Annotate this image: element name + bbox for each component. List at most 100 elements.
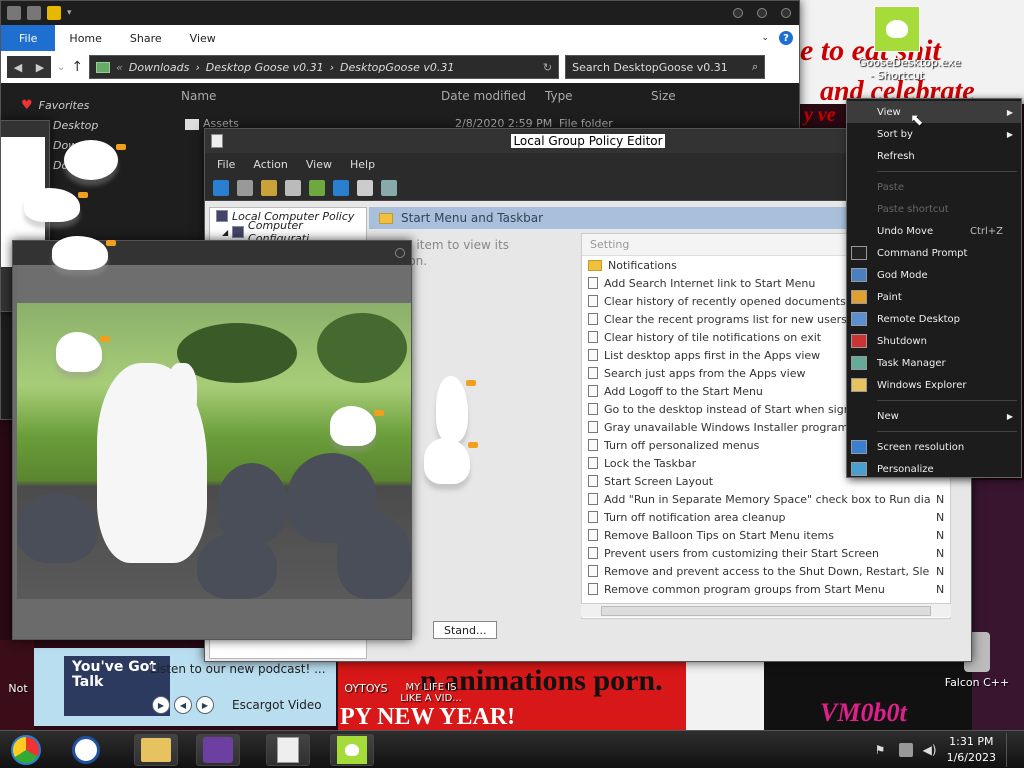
back-button[interactable]: ◀ [7, 56, 29, 78]
search-placeholder: Search DesktopGoose v0.31 [572, 60, 728, 74]
column-name[interactable]: Name [181, 89, 216, 103]
forward-button[interactable]: ▶ [29, 56, 51, 78]
taskbar-item-explorer[interactable] [134, 734, 178, 766]
column-date-modified[interactable]: Date modified [441, 89, 526, 103]
help-icon[interactable]: ? [779, 31, 793, 45]
network-icon[interactable] [898, 743, 913, 757]
close-button[interactable] [395, 248, 405, 258]
chevron-down-icon[interactable]: ▾ [67, 8, 72, 18]
menu-item-remote-desktop[interactable]: Remote Desktop [847, 308, 1021, 330]
menu-item-shutdown[interactable]: Shutdown [847, 330, 1021, 352]
clock[interactable]: 1:31 PM 1/6/2023 [947, 734, 996, 766]
menu-item-sort-by[interactable]: Sort by ▶ [847, 123, 1021, 145]
folder-icon [141, 738, 171, 762]
tab-home[interactable]: Home [55, 25, 115, 51]
menu-action[interactable]: Action [253, 158, 287, 171]
close-button[interactable] [781, 8, 791, 18]
menu-item-paint[interactable]: Paint [847, 286, 1021, 308]
tab-view[interactable]: View [176, 25, 230, 51]
menu-view[interactable]: View [306, 158, 332, 171]
menu-item-task-manager[interactable]: Task Manager [847, 352, 1021, 374]
properties-icon[interactable] [357, 179, 373, 196]
menu-item-screen-resolution[interactable]: Screen resolution [847, 436, 1021, 458]
properties-icon[interactable] [27, 6, 41, 20]
video-pigeon [337, 513, 411, 599]
taskbar-item-goose[interactable] [330, 734, 374, 766]
back-arrow-icon[interactable] [213, 179, 229, 196]
task-manager-icon [851, 356, 867, 370]
toys-label[interactable]: OYTOYS [336, 682, 396, 695]
minimize-button[interactable] [733, 8, 743, 18]
clock-time: 1:31 PM [949, 735, 994, 748]
next-icon[interactable]: ▶ [196, 696, 214, 714]
breadcrumb-goose-inner[interactable]: DesktopGoose v0.31 [340, 61, 454, 74]
desktop-context-menu: View ▶ Sort by ▶ Refresh Paste Paste shortcut U… [846, 98, 1022, 478]
recent-chevron-icon[interactable]: ⌄ [57, 62, 65, 73]
scroll-thumb[interactable] [601, 606, 931, 616]
export-list-icon[interactable] [309, 179, 325, 196]
menu-item-undo-move[interactable]: Undo Move Ctrl+Z [847, 220, 1021, 242]
forward-arrow-icon[interactable] [237, 179, 253, 196]
help-icon[interactable] [333, 179, 349, 196]
menu-item-label: View [877, 106, 901, 118]
column-type[interactable]: Type [545, 89, 573, 103]
menu-item-personalize[interactable]: Personalize [847, 458, 1021, 480]
start-orb-icon [11, 735, 41, 765]
chevron-down-icon[interactable]: ⌄ [761, 33, 769, 43]
goose-desktop-shortcut[interactable]: GooseDesktop.exe - Shortcut [858, 6, 961, 82]
play-icon[interactable]: ▶ [152, 696, 170, 714]
tab-standard[interactable]: Stand... [433, 621, 498, 639]
menu-item-new[interactable]: New ▶ [847, 405, 1021, 427]
tab-file[interactable]: File [1, 25, 56, 51]
new-folder-icon[interactable] [47, 6, 61, 20]
column-size[interactable]: Size [651, 89, 676, 103]
menu-help[interactable]: Help [350, 158, 375, 171]
setting-state: N [936, 528, 945, 542]
show-desktop-button[interactable] [1006, 733, 1016, 767]
taskbar-item-gpedit[interactable] [266, 734, 310, 766]
setting-state: N [936, 582, 945, 596]
search-input[interactable]: Search DesktopGoose v0.31 ⌕ [565, 55, 766, 79]
refresh-icon[interactable]: ↻ [543, 61, 558, 74]
mouse-cursor-icon: ⬉ [910, 110, 924, 129]
menu-item-windows-explorer[interactable]: Windows Explorer [847, 374, 1021, 396]
taskbar-item-app[interactable] [64, 734, 108, 766]
setting-row[interactable]: Prevent users from customizing their Sta… [582, 544, 950, 562]
not-label[interactable]: Not [4, 682, 32, 695]
setting-row[interactable]: Add "Run in Separate Memory Space" check… [582, 490, 950, 508]
volume-icon[interactable]: ◀) [923, 743, 937, 757]
filter-icon[interactable] [381, 179, 397, 196]
menu-item-god-mode[interactable]: God Mode [847, 264, 1021, 286]
maximize-button[interactable] [757, 8, 767, 18]
tree-computer-configuration[interactable]: ◢ Computer Configurati [210, 219, 366, 245]
horizontal-scrollbar[interactable] [581, 603, 951, 617]
setting-row[interactable]: Remove common program groups from Start … [582, 580, 950, 598]
my-life-label[interactable]: MY LIFE IS LIKE A VID... [396, 682, 466, 704]
paint-icon [851, 290, 867, 304]
start-button[interactable] [4, 734, 48, 766]
nav-favorites[interactable]: ♥ Favorites [21, 95, 171, 115]
setting-row[interactable]: Turn off notification area cleanup N [582, 508, 950, 526]
address-bar[interactable]: « Downloads › Desktop Goose v0.31 › Desk… [89, 55, 560, 79]
escargot-label[interactable]: Escargot Video [232, 698, 322, 712]
show-hide-tree-icon[interactable] [285, 179, 301, 196]
quick-access-toolbar: ▾ [1, 1, 799, 25]
setting-row[interactable]: Remove and prevent access to the Shut Do… [582, 562, 950, 580]
menu-item-label: Personalize [877, 463, 934, 475]
menu-item-refresh[interactable]: Refresh [847, 145, 1021, 167]
menu-item-view[interactable]: View ▶ [847, 101, 1021, 123]
up-folder-icon[interactable] [261, 179, 277, 196]
folder-icon [851, 378, 867, 392]
up-arrow-icon[interactable]: ↑ [71, 59, 83, 75]
search-icon[interactable]: ⌕ [752, 60, 764, 74]
breadcrumb-downloads[interactable]: Downloads [129, 61, 189, 74]
setting-row[interactable]: Remove Balloon Tips on Start Menu items N [582, 526, 950, 544]
taskbar-item-messenger[interactable] [196, 734, 240, 766]
prev-icon[interactable]: ◀ [174, 696, 192, 714]
tab-share[interactable]: Share [116, 25, 176, 51]
expand-icon[interactable]: ◢ [222, 228, 228, 237]
breadcrumb-goose[interactable]: Desktop Goose v0.31 [206, 61, 324, 74]
menu-item-command-prompt[interactable]: Command Prompt [847, 242, 1021, 264]
flag-icon[interactable]: ⚑ [875, 743, 889, 757]
menu-file[interactable]: File [217, 158, 235, 171]
